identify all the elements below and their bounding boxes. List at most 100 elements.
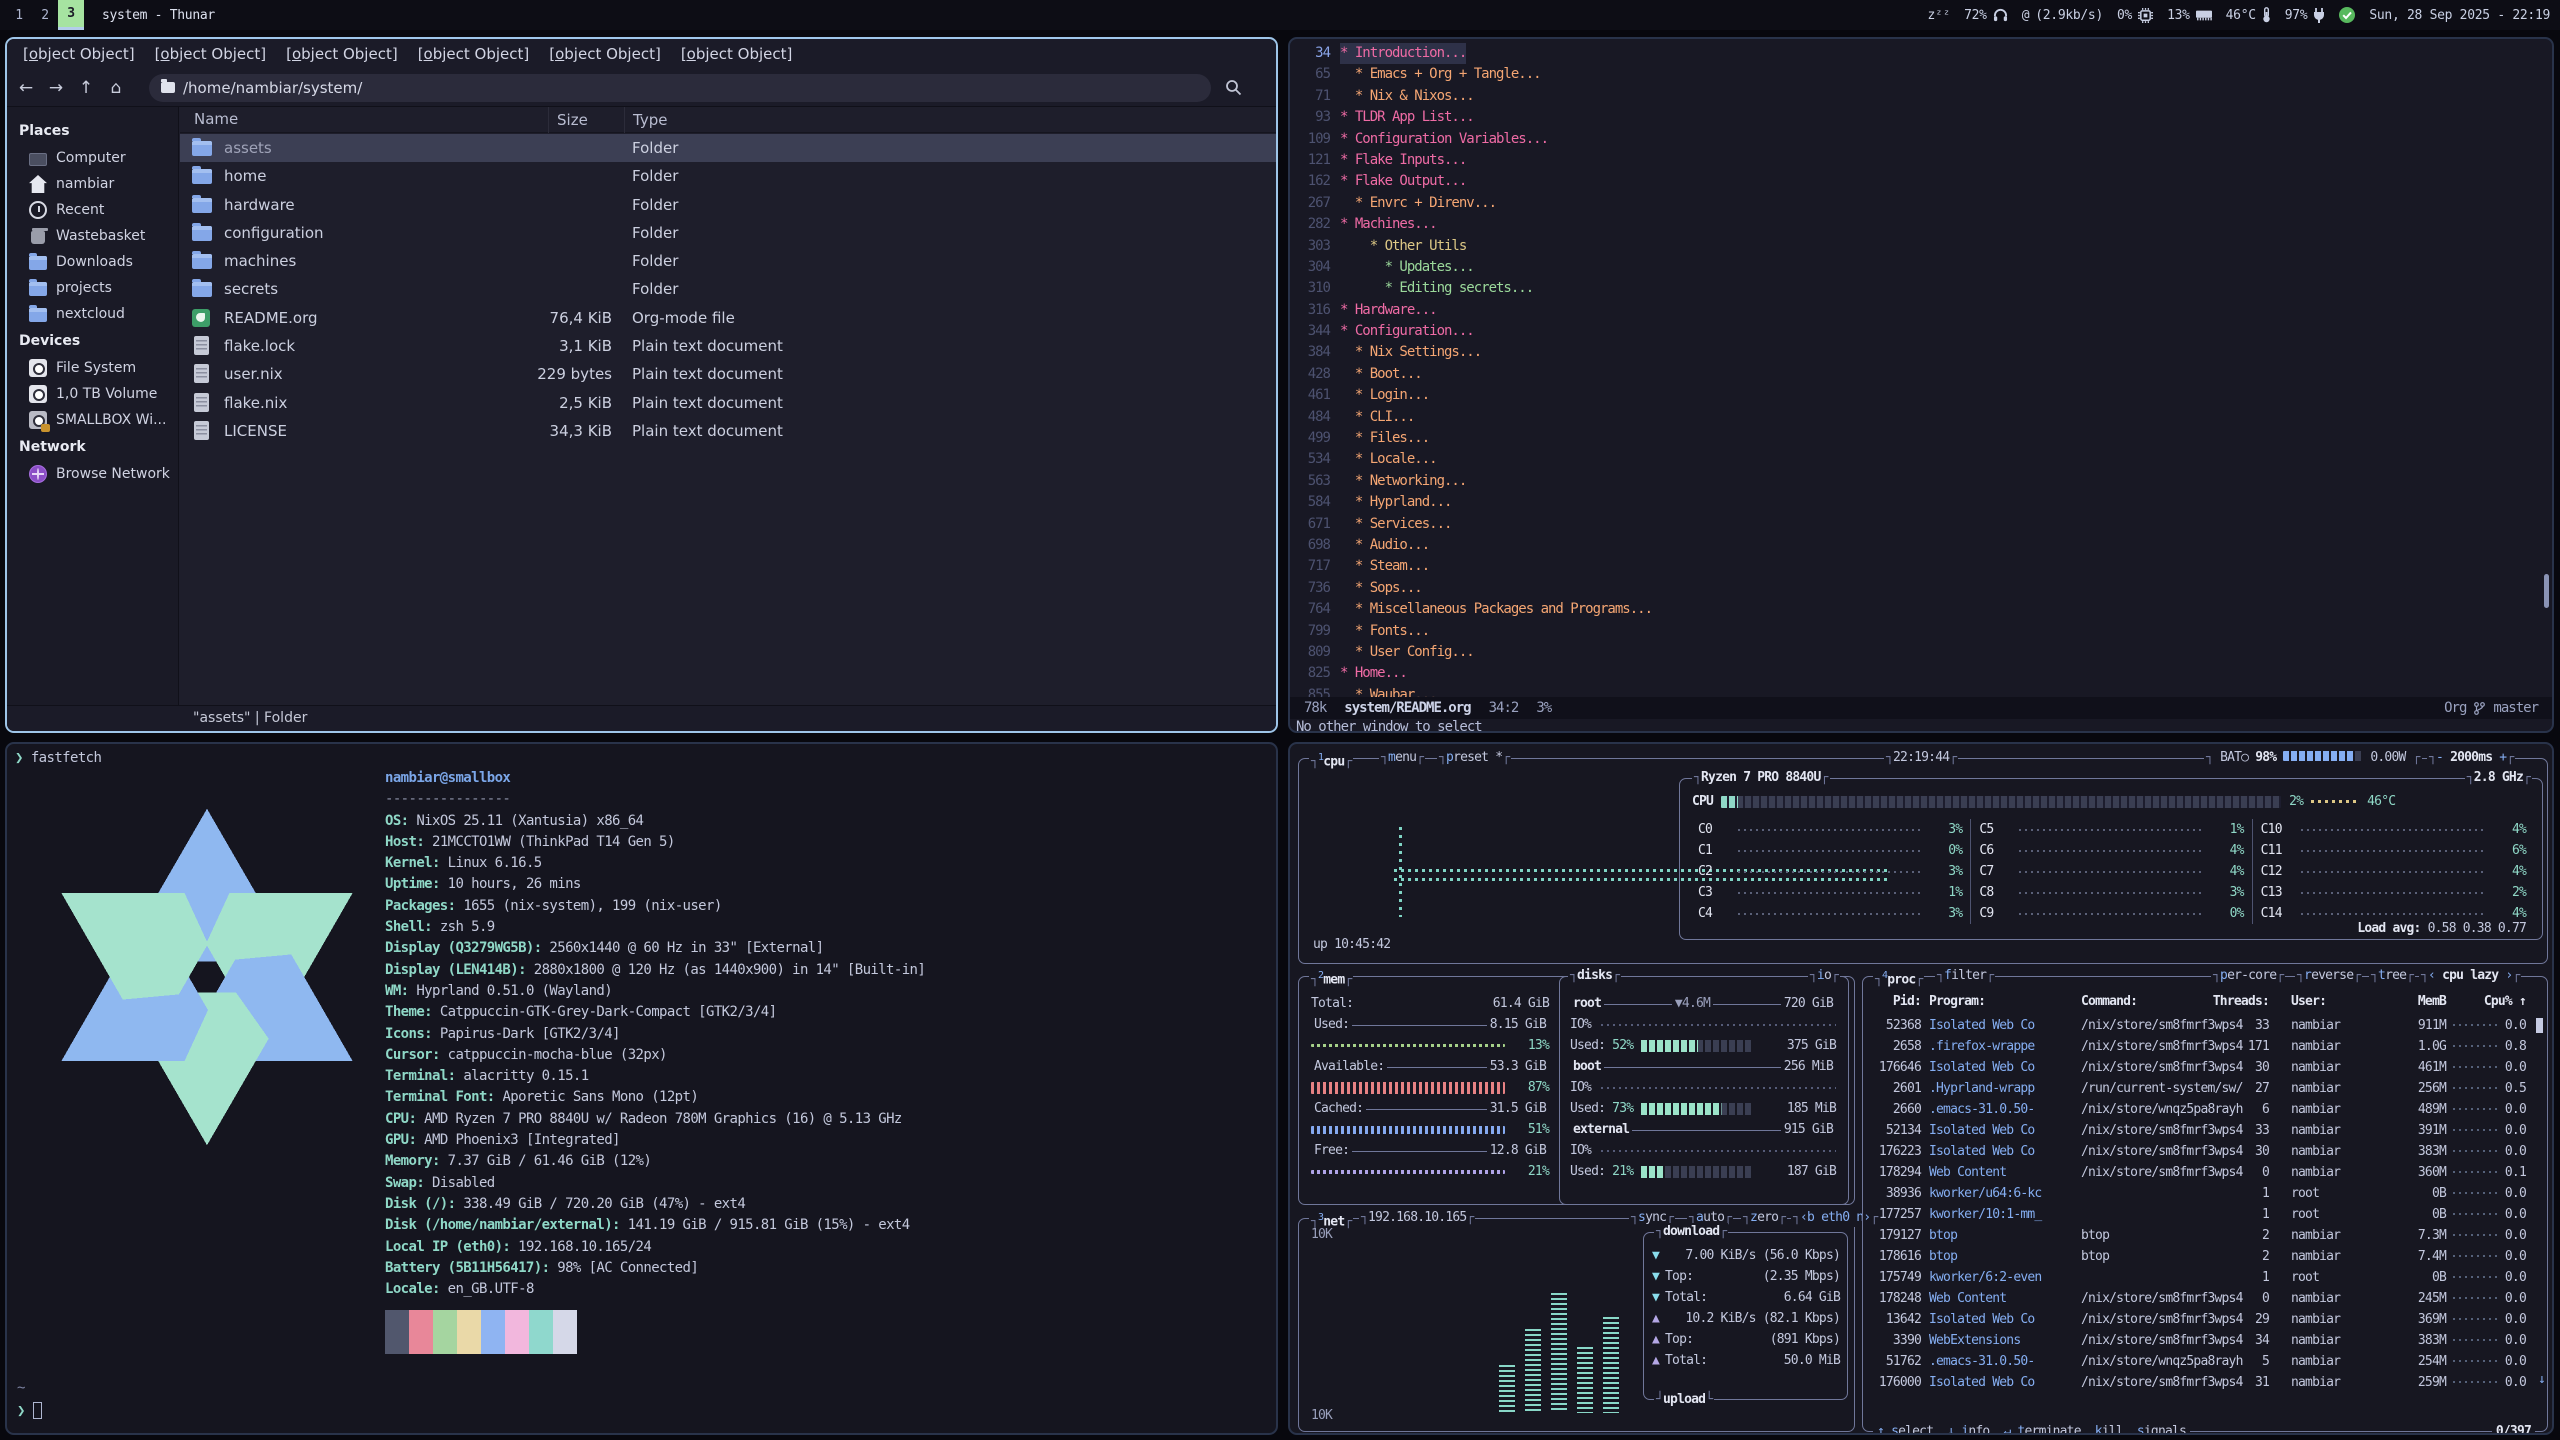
net-box-title[interactable]: 3net — [1309, 1209, 1353, 1227]
org-outline-line[interactable]: 384 * Nix Settings... — [1290, 342, 2552, 363]
workspace-button[interactable]: 1 — [6, 0, 32, 30]
sidebar-item[interactable]: SMALLBOX Wi... — [7, 407, 178, 433]
process-row[interactable]: 3390 WebExtensions /nix/store/sm8fmrf3wp… — [1863, 1330, 2547, 1351]
org-outline-line[interactable]: 825 * Home... — [1290, 663, 2552, 684]
shell-prompt[interactable]: ❯ — [17, 1402, 42, 1419]
org-outline-line[interactable]: 764 * Miscellaneous Packages and Program… — [1290, 599, 2552, 620]
org-outline-line[interactable]: 121 * Flake Inputs... — [1290, 150, 2552, 171]
column-type[interactable]: Type — [624, 107, 667, 133]
process-row[interactable]: 178616 btop btop 2 nambiar 7.4M 0.0 — [1863, 1246, 2547, 1267]
menu-item[interactable]: [object Object] — [145, 45, 277, 63]
sidebar-item[interactable]: File System — [7, 355, 178, 381]
org-outline-line[interactable]: 736 * Sops... — [1290, 578, 2552, 599]
menu-item[interactable]: [object Object] — [276, 45, 408, 63]
org-outline-line[interactable]: 304 * Updates... — [1290, 257, 2552, 278]
process-row[interactable]: 175749 kworker/6:2-even 1 root 0B 0.0 — [1863, 1267, 2547, 1288]
process-row[interactable]: 38936 kworker/u64:6-kc 1 root 0B 0.0 — [1863, 1183, 2547, 1204]
file-row[interactable]: configuration Folder — [180, 219, 1276, 247]
org-outline-line[interactable]: 162 * Flake Output... — [1290, 171, 2552, 192]
process-row[interactable]: 51762 .emacs-31.0.50- /nix/store/wnqz5pa… — [1863, 1351, 2547, 1372]
file-row[interactable]: home Folder — [180, 162, 1276, 190]
proc-box-title[interactable]: 4proc — [1873, 967, 1924, 985]
org-outline-line[interactable]: 809 * User Config... — [1290, 642, 2552, 663]
proc-footer-action[interactable]: ↓ info — [1947, 1423, 1989, 1435]
temperature-indicator[interactable]: 46°C — [2226, 7, 2271, 23]
sidebar-item[interactable]: Computer — [7, 145, 178, 171]
sidebar-item[interactable]: Downloads — [7, 249, 178, 275]
org-outline-line[interactable]: 799 * Fonts... — [1290, 621, 2552, 642]
up-button[interactable]: ↑ — [71, 78, 101, 98]
org-outline-line[interactable]: 671 * Services... — [1290, 514, 2552, 535]
workspace-button[interactable]: 3 — [58, 0, 84, 30]
process-row[interactable]: 176000 Isolated Web Co /nix/store/sm8fmr… — [1863, 1372, 2547, 1393]
sidebar-item[interactable]: Recent — [7, 197, 178, 223]
file-row[interactable]: LICENSE 34,3 KiB Plain text document — [180, 417, 1276, 445]
org-outline-line[interactable]: 34 * Introduction... — [1290, 43, 2552, 64]
sidebar-item[interactable]: Wastebasket — [7, 223, 178, 249]
header-program[interactable]: Program: — [1929, 991, 2079, 1012]
org-outline-line[interactable]: 267 * Envrc + Direnv... — [1290, 193, 2552, 214]
process-row[interactable]: 2601 .Hyprland-wrapp /run/current-system… — [1863, 1078, 2547, 1099]
proc-footer-action[interactable]: kill — [2095, 1423, 2123, 1435]
process-row[interactable]: 2658 .firefox-wrappe /nix/store/sm8fmrf3… — [1863, 1036, 2547, 1057]
column-name[interactable]: Name — [194, 110, 238, 128]
mem-box-title[interactable]: 2mem — [1309, 967, 1353, 985]
org-outline-line[interactable]: 534 * Locale... — [1290, 449, 2552, 470]
clock[interactable]: Sun, 28 Sep 2025 - 22:19 — [2369, 8, 2550, 23]
major-mode[interactable]: Org — [2444, 700, 2466, 716]
idle-inhibitor[interactable]: zᶻᶻ — [1928, 8, 1951, 23]
file-row[interactable]: hardware Folder — [180, 191, 1276, 219]
reverse-toggle[interactable]: reverse — [2295, 967, 2362, 985]
memory-indicator[interactable]: 13% — [2167, 8, 2212, 23]
org-outline-line[interactable]: 698 * Audio... — [1290, 535, 2552, 556]
per-core-toggle[interactable]: per-core — [2211, 967, 2285, 985]
net-zero-toggle[interactable]: zero — [1741, 1209, 1787, 1227]
org-outline-line[interactable]: 282 * Machines... — [1290, 214, 2552, 235]
process-row[interactable]: 177257 kworker/10:1-mm_ 1 root 0B 0.0 — [1863, 1204, 2547, 1225]
process-row[interactable]: 178294 Web Content /nix/store/sm8fmrf3wp… — [1863, 1162, 2547, 1183]
header-threads[interactable]: Threads: — [2199, 991, 2269, 1012]
sidebar-item[interactable]: nambiar — [7, 171, 178, 197]
org-outline-line[interactable]: 563 * Networking... — [1290, 471, 2552, 492]
file-row[interactable]: flake.lock 3,1 KiB Plain text document — [180, 332, 1276, 360]
back-button[interactable]: ← — [11, 78, 41, 98]
org-outline-line[interactable]: 316 * Hardware... — [1290, 300, 2552, 321]
sidebar-item[interactable]: projects — [7, 275, 178, 301]
header-pid[interactable]: Pid: — [1863, 991, 1921, 1012]
process-row[interactable]: 179127 btop btop 2 nambiar 7.3M 0.0 — [1863, 1225, 2547, 1246]
process-row[interactable]: 13642 Isolated Web Co /nix/store/sm8fmrf… — [1863, 1309, 2547, 1330]
sidebar-item[interactable]: 1,0 TB Volume — [7, 381, 178, 407]
org-outline-line[interactable]: 344 * Configuration... — [1290, 321, 2552, 342]
filter-button[interactable]: filter — [1935, 967, 1995, 985]
org-outline-line[interactable]: 303 * Other Utils — [1290, 236, 2552, 257]
volume-indicator[interactable]: 72% — [1964, 8, 2008, 23]
org-outline-line[interactable]: 428 * Boot... — [1290, 364, 2552, 385]
sidebar-item[interactable]: nextcloud — [7, 301, 178, 327]
menu-button[interactable]: menu — [1379, 749, 1425, 767]
org-outline-line[interactable]: 717 * Steam... — [1290, 556, 2552, 577]
menu-item[interactable]: [object Object] — [408, 45, 540, 63]
systemd-status[interactable] — [2339, 7, 2355, 23]
file-row[interactable]: README.org 76,4 KiB Org-mode file — [180, 304, 1276, 332]
git-branch[interactable]: master — [2493, 700, 2538, 716]
preset-button[interactable]: preset * — [1437, 749, 1511, 767]
org-outline-line[interactable]: 71 * Nix & Nixos... — [1290, 86, 2552, 107]
org-outline-line[interactable]: 310 * Editing secrets... — [1290, 278, 2552, 299]
file-row[interactable]: machines Folder — [180, 247, 1276, 275]
cpu-box-title[interactable]: 1cpu — [1309, 749, 1353, 767]
cpu-indicator[interactable]: 0% — [2117, 8, 2153, 23]
scrollbar[interactable] — [2544, 574, 2549, 608]
process-row[interactable]: 176223 Isolated Web Co /nix/store/sm8fmr… — [1863, 1141, 2547, 1162]
buffer-name[interactable]: system/README.org — [1344, 700, 1470, 716]
network-indicator[interactable]: @ (2.9kb/s) — [2022, 8, 2103, 23]
process-row[interactable]: 2660 .emacs-31.0.50- /nix/store/wnqz5pa8… — [1863, 1099, 2547, 1120]
menu-item[interactable]: [object Object] — [671, 45, 803, 63]
column-size[interactable]: Size — [548, 107, 588, 133]
sidebar-item[interactable]: Browse Network — [7, 461, 178, 487]
interval-control[interactable]: - 2000ms + — [2427, 749, 2515, 767]
org-outline-line[interactable]: 461 * Login... — [1290, 385, 2552, 406]
process-row[interactable]: 178248 Web Content /nix/store/sm8fmrf3wp… — [1863, 1288, 2547, 1309]
proc-footer-action[interactable]: signals — [2137, 1423, 2186, 1435]
header-mem[interactable]: MemB — [2363, 991, 2446, 1012]
workspace-button[interactable]: 2 — [32, 0, 58, 30]
